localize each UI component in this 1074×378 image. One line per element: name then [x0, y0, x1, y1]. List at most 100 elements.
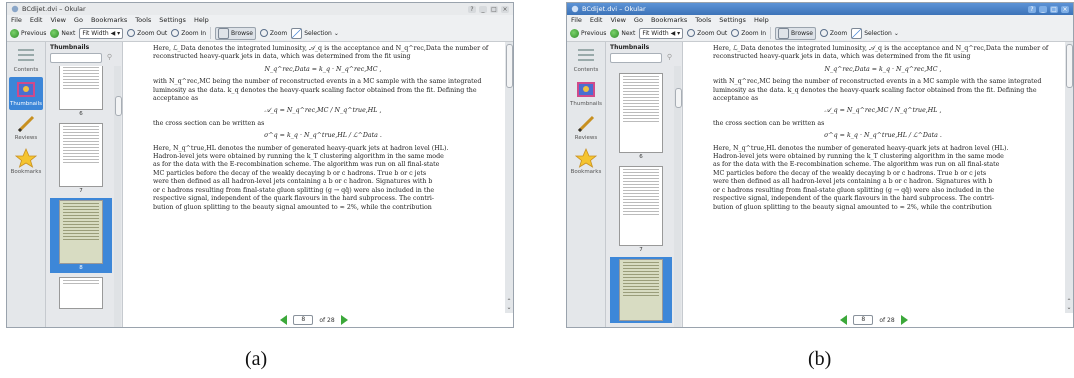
equation: σ^q = k_q · N_q^true,HL / ℒ^Data .	[824, 132, 942, 140]
menu-help[interactable]: Help	[194, 16, 209, 24]
zoom-out-button[interactable]: Zoom Out	[687, 29, 727, 37]
scrollbar-handle[interactable]	[506, 44, 513, 88]
menu-settings[interactable]: Settings	[719, 16, 746, 24]
arrow-left-icon	[570, 28, 579, 38]
menu-tools[interactable]: Tools	[695, 16, 711, 24]
help-button[interactable]: ?	[1028, 5, 1036, 13]
okular-window-a: BCdijet.dvi – Okular ? _ □ × File Edit V…	[6, 2, 514, 328]
menu-bookmarks[interactable]: Bookmarks	[651, 16, 687, 24]
next-page-icon[interactable]	[340, 315, 348, 325]
selection-button[interactable]: Selection ⌄	[851, 27, 899, 39]
scrollbar-handle[interactable]	[675, 88, 682, 108]
thumbnail-page[interactable]: 6	[610, 71, 672, 162]
menu-go[interactable]: Go	[74, 16, 83, 24]
viewer-scrollbar[interactable]: ⌃ ⌄	[505, 42, 513, 313]
thumbnail-number: 8	[79, 265, 83, 271]
menu-go[interactable]: Go	[634, 16, 643, 24]
zoom-in-button[interactable]: Zoom In	[731, 29, 766, 37]
menu-help[interactable]: Help	[754, 16, 769, 24]
browse-button[interactable]: Browse	[775, 26, 816, 40]
sidebar-item-contents[interactable]: Contents	[569, 43, 603, 76]
document-viewer[interactable]: Here, ℒ_Data denotes the integrated lumi…	[123, 42, 513, 327]
page-number-input[interactable]: 8	[853, 315, 874, 325]
okular-app-icon	[11, 5, 19, 13]
thumbnail-page[interactable]: 6	[50, 66, 112, 119]
thumbnails-scrollbar[interactable]	[674, 66, 682, 327]
scrollbar-handle[interactable]	[115, 96, 122, 116]
menu-edit[interactable]: Edit	[30, 16, 43, 24]
page-number-input[interactable]: 8	[293, 315, 314, 325]
close-button[interactable]: ×	[1061, 5, 1069, 13]
menu-view[interactable]: View	[610, 16, 625, 24]
thumbnails-search-input[interactable]	[50, 53, 102, 63]
thumbnails-title: Thumbnails	[610, 44, 650, 51]
maximize-button[interactable]: □	[490, 5, 498, 13]
menu-settings[interactable]: Settings	[159, 16, 186, 24]
menubar: File Edit View Go Bookmarks Tools Settin…	[7, 15, 513, 25]
menu-file[interactable]: File	[11, 16, 22, 24]
maximize-button[interactable]: □	[1050, 5, 1058, 13]
thumbnail-page[interactable]: 5	[610, 66, 672, 69]
text-line: bution of gluon splitting to the beauty …	[713, 203, 992, 211]
minimize-button[interactable]: _	[479, 5, 487, 13]
zoom-out-icon	[127, 29, 136, 37]
sidebar-item-bookmarks[interactable]: Bookmarks	[569, 145, 603, 178]
contents-icon	[18, 49, 34, 61]
menu-edit[interactable]: Edit	[590, 16, 603, 24]
viewer-scrollbar[interactable]: ⌃ ⌄	[1065, 42, 1073, 313]
zoom-tool-button[interactable]: Zoom	[259, 29, 287, 37]
zoom-out-button[interactable]: Zoom Out	[127, 29, 167, 37]
previous-page-icon[interactable]	[280, 315, 288, 325]
minimize-button[interactable]: _	[1039, 5, 1047, 13]
next-button[interactable]: Next	[50, 28, 75, 38]
filter-icon[interactable]: ⚲	[107, 53, 112, 61]
zoom-tool-button[interactable]: Zoom	[819, 29, 847, 37]
thumbnails-search-input[interactable]	[610, 53, 662, 63]
sidebar-item-thumbnails[interactable]: Thumbnails	[9, 77, 43, 110]
thumbnail-page[interactable]: 7	[610, 164, 672, 255]
document-page: Here, ℒ_Data denotes the integrated lumi…	[713, 45, 1053, 212]
titlebar[interactable]: BCdijet.dvi – Okular ? _ □ ×	[567, 3, 1073, 15]
sidebar-item-thumbnails[interactable]: Thumbnails	[569, 77, 603, 110]
text-line: Here, N_q^true,HL denotes the number of …	[713, 144, 1009, 152]
sidebar-item-reviews[interactable]: Reviews	[569, 111, 603, 144]
scrollbar-handle[interactable]	[1066, 44, 1073, 88]
close-button[interactable]: ×	[501, 5, 509, 13]
scroll-arrows[interactable]: ⌃ ⌄	[1065, 299, 1073, 311]
menu-tools[interactable]: Tools	[135, 16, 151, 24]
thumbnail-page[interactable]: 7	[50, 121, 112, 196]
selection-button[interactable]: Selection ⌄	[291, 27, 339, 39]
fit-width-select[interactable]: Fit Width ◀ ▾	[639, 27, 684, 39]
thumbnail-list: 5 6 7	[610, 66, 672, 327]
previous-button[interactable]: Previous	[10, 28, 46, 38]
menu-bookmarks[interactable]: Bookmarks	[91, 16, 127, 24]
page-preview	[59, 277, 103, 309]
thumbnails-scrollbar[interactable]	[114, 66, 122, 327]
sidebar-item-reviews[interactable]: Reviews	[9, 111, 43, 144]
thumbnail-page-selected[interactable]: 8	[50, 198, 112, 273]
filter-icon[interactable]: ⚲	[667, 53, 672, 61]
scroll-arrows[interactable]: ⌃ ⌄	[505, 299, 513, 311]
sidebar-item-bookmarks[interactable]: Bookmarks	[9, 145, 43, 178]
sidebar-item-contents[interactable]: Contents	[9, 43, 43, 76]
menu-file[interactable]: File	[571, 16, 582, 24]
equation: N_q^rec,Data = k_q · N_q^rec,MC ,	[824, 65, 942, 73]
thumbnail-page-selected[interactable]	[610, 257, 672, 323]
help-button[interactable]: ?	[468, 5, 476, 13]
paragraph: Here, ℒ_Data denotes the integrated lumi…	[153, 45, 489, 61]
page-count: of 28	[319, 316, 335, 324]
previous-button[interactable]: Previous	[570, 28, 606, 38]
zoom-in-button[interactable]: Zoom In	[171, 29, 206, 37]
previous-page-icon[interactable]	[840, 315, 848, 325]
thumbnail-page[interactable]	[50, 275, 112, 311]
menu-view[interactable]: View	[50, 16, 65, 24]
thumbnail-list: 6 7 8	[50, 66, 112, 327]
browse-button[interactable]: Browse	[215, 26, 256, 40]
next-page-icon[interactable]	[900, 315, 908, 325]
page-preview	[619, 259, 663, 321]
zoom-tool-icon	[819, 29, 828, 37]
document-viewer[interactable]: Here, ℒ_Data denotes the integrated lumi…	[683, 42, 1073, 327]
fit-width-select[interactable]: Fit Width ◀ ▾	[79, 27, 124, 39]
titlebar[interactable]: BCdijet.dvi – Okular ? _ □ ×	[7, 3, 513, 15]
next-button[interactable]: Next	[610, 28, 635, 38]
